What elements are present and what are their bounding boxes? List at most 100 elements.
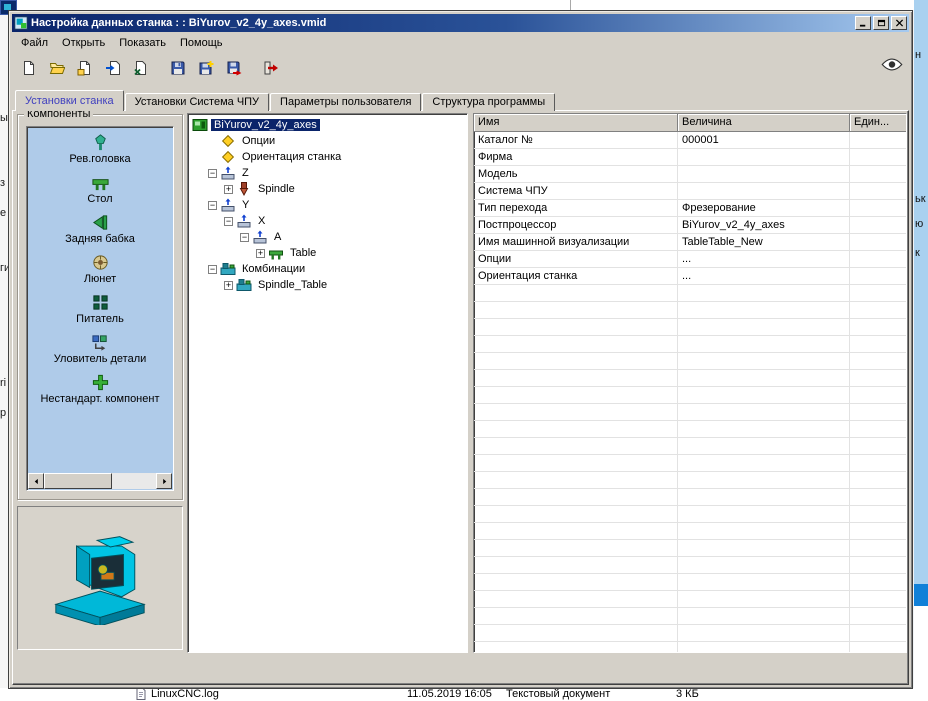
file-name[interactable]: LinuxCNC.log xyxy=(151,688,219,700)
open-file-button[interactable] xyxy=(45,54,72,82)
component-feeder[interactable]: Питатель xyxy=(27,293,173,333)
tree-node[interactable]: Ориентация станка xyxy=(188,149,467,165)
new-from-template-button[interactable] xyxy=(73,54,100,82)
tree-node-label[interactable]: Z xyxy=(239,167,252,179)
tree-node[interactable]: − Z xyxy=(188,165,467,181)
grid-row[interactable] xyxy=(474,574,906,591)
expand-toggle[interactable]: + xyxy=(256,248,265,258)
param-value[interactable]: Фрезерование xyxy=(678,200,850,217)
collapse-toggle[interactable]: − xyxy=(224,216,233,226)
grid-row[interactable]: Система ЧПУ xyxy=(474,183,906,200)
tree-node[interactable]: BiYurov_v2_4y_axes xyxy=(188,117,467,133)
scroll-right-button[interactable] xyxy=(156,473,172,489)
tree-node-label[interactable]: Spindle_Table xyxy=(255,279,330,291)
save-button[interactable] xyxy=(166,54,193,82)
param-value[interactable]: TableTable_New xyxy=(678,234,850,251)
param-value[interactable]: BiYurov_v2_4y_axes xyxy=(678,217,850,234)
tree-node[interactable]: − Y xyxy=(188,197,467,213)
tree-node-label[interactable]: Y xyxy=(239,199,252,211)
component-part-catcher[interactable]: Уловитель детали xyxy=(27,333,173,373)
grid-row[interactable] xyxy=(474,472,906,489)
tree-node[interactable]: Опции xyxy=(188,133,467,149)
maximize-button[interactable] xyxy=(873,16,889,30)
grid-row[interactable] xyxy=(474,540,906,557)
new-file-button[interactable] xyxy=(17,54,44,82)
tree-node[interactable]: + Spindle xyxy=(188,181,467,197)
file-list-row[interactable]: LinuxCNC.log 11.05.2019 16:05 Текстовый … xyxy=(0,688,928,701)
component-rev-head[interactable]: Рев.головка xyxy=(27,133,173,173)
menu-item[interactable]: Файл xyxy=(15,35,56,51)
menu-item[interactable]: Открыть xyxy=(56,35,113,51)
grid-column-header[interactable]: Величина xyxy=(678,114,850,132)
grid-row[interactable] xyxy=(474,302,906,319)
tree-node-label[interactable]: X xyxy=(255,215,268,227)
tree-node-label[interactable]: A xyxy=(271,231,284,243)
grid-row[interactable] xyxy=(474,455,906,472)
tab-cnc-settings[interactable]: Установки Система ЧПУ xyxy=(124,93,270,111)
grid-row[interactable] xyxy=(474,404,906,421)
grid-row[interactable]: Каталог № 000001 xyxy=(474,132,906,149)
param-value[interactable]: ... xyxy=(678,251,850,268)
grid-column-header[interactable]: Един... xyxy=(850,114,906,132)
save-as-button[interactable] xyxy=(222,54,249,82)
scroll-left-button[interactable] xyxy=(28,473,44,489)
title-bar[interactable]: Настройка данных станка : : BiYurov_v2_4… xyxy=(12,14,909,32)
grid-row[interactable] xyxy=(474,523,906,540)
expand-toggle[interactable]: + xyxy=(224,184,233,194)
save-add-button[interactable] xyxy=(194,54,221,82)
collapse-toggle[interactable]: − xyxy=(208,200,217,210)
tree-node-label[interactable]: BiYurov_v2_4y_axes xyxy=(211,119,320,131)
scrollbar-track[interactable] xyxy=(44,473,156,489)
tab-user-params[interactable]: Параметры пользователя xyxy=(270,93,422,111)
grid-row[interactable] xyxy=(474,591,906,608)
grid-row[interactable] xyxy=(474,642,906,652)
component-tailstock[interactable]: Задняя бабка xyxy=(27,213,173,253)
param-value[interactable] xyxy=(678,166,850,183)
tab-machine-settings[interactable]: Установки станка xyxy=(15,90,124,111)
grid-row[interactable] xyxy=(474,489,906,506)
tree-node-label[interactable]: Комбинации xyxy=(239,263,308,275)
tree-node[interactable]: − X xyxy=(188,213,467,229)
menu-item[interactable]: Помощь xyxy=(174,35,231,51)
import-button[interactable] xyxy=(101,54,128,82)
grid-row[interactable]: Опции... xyxy=(474,251,906,268)
tree-node-label[interactable]: Ориентация станка xyxy=(239,151,344,163)
tree-node[interactable]: + Spindle_Table xyxy=(188,277,467,293)
minimize-button[interactable] xyxy=(855,16,871,30)
component-steady-rest[interactable]: Люнет xyxy=(27,253,173,293)
tree-node[interactable]: − A xyxy=(188,229,467,245)
expand-toggle[interactable]: + xyxy=(224,280,233,290)
grid-row[interactable] xyxy=(474,438,906,455)
grid-row[interactable] xyxy=(474,319,906,336)
grid-row[interactable]: Имя машинной визуализации TableTable_New xyxy=(474,234,906,251)
grid-row[interactable] xyxy=(474,608,906,625)
grid-row[interactable] xyxy=(474,557,906,574)
grid-row[interactable] xyxy=(474,285,906,302)
grid-row[interactable] xyxy=(474,387,906,404)
collapse-toggle[interactable]: − xyxy=(208,264,217,274)
tree-node-label[interactable]: Table xyxy=(287,247,319,259)
tree-node[interactable]: + Table xyxy=(188,245,467,261)
menu-item[interactable]: Показать xyxy=(113,35,174,51)
grid-row[interactable] xyxy=(474,336,906,353)
tree-node[interactable]: − Комбинации xyxy=(188,261,467,277)
tree-node-label[interactable]: Spindle xyxy=(255,183,298,195)
param-value[interactable]: 000001 xyxy=(678,132,850,149)
collapse-toggle[interactable]: − xyxy=(208,168,217,178)
grid-row[interactable] xyxy=(474,625,906,642)
param-value[interactable] xyxy=(678,183,850,200)
close-button[interactable] xyxy=(891,16,907,30)
exit-button[interactable] xyxy=(259,54,286,82)
collapse-toggle[interactable]: − xyxy=(240,232,249,242)
grid-row[interactable] xyxy=(474,370,906,387)
param-value[interactable]: ... xyxy=(678,268,850,285)
grid-row[interactable]: Фирма xyxy=(474,149,906,166)
scrollbar-thumb[interactable] xyxy=(44,473,112,489)
grid-row[interactable]: Постпроцессор BiYurov_v2_4y_axes xyxy=(474,217,906,234)
component-table[interactable]: Стол xyxy=(27,173,173,213)
grid-row[interactable] xyxy=(474,506,906,523)
components-scrollbar[interactable] xyxy=(28,473,172,489)
close-file-button[interactable] xyxy=(129,54,156,82)
grid-row[interactable]: Тип перехода Фрезерование xyxy=(474,200,906,217)
param-value[interactable] xyxy=(678,149,850,166)
